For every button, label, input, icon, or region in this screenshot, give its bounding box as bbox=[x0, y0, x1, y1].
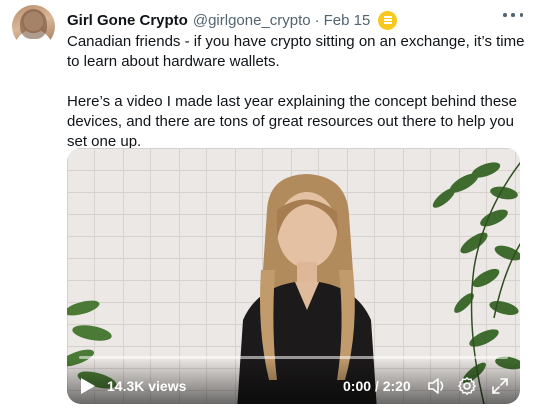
view-count: 14.3K views bbox=[107, 378, 187, 394]
author-handle[interactable]: @girlgone_crypto bbox=[193, 12, 311, 29]
coin-badge-icon[interactable] bbox=[378, 10, 398, 30]
play-icon[interactable] bbox=[80, 377, 96, 395]
video-time: 0:00 / 2:20 bbox=[343, 378, 411, 394]
fullscreen-icon[interactable] bbox=[490, 376, 510, 396]
more-icon[interactable] bbox=[503, 8, 523, 22]
video-controls: 14.3K views 0:00 / 2:20 bbox=[67, 358, 520, 404]
tweet-paragraph: Here’s a video I made last year explaini… bbox=[67, 93, 518, 150]
author-name[interactable]: Girl Gone Crypto bbox=[67, 12, 188, 29]
tweet-header: Girl Gone Crypto @girlgone_crypto · Feb … bbox=[67, 10, 398, 30]
gear-icon[interactable] bbox=[457, 376, 477, 396]
volume-icon[interactable] bbox=[427, 376, 447, 396]
video-player[interactable]: 14.3K views 0:00 / 2:20 bbox=[67, 148, 520, 404]
tweet-date[interactable]: Feb 15 bbox=[324, 12, 371, 29]
tweet[interactable]: Girl Gone Crypto @girlgone_crypto · Feb … bbox=[0, 0, 533, 408]
tweet-text: Canadian friends - if you have crypto si… bbox=[67, 32, 525, 152]
separator-dot: · bbox=[314, 11, 320, 29]
avatar[interactable] bbox=[12, 5, 55, 48]
tweet-paragraph: Canadian friends - if you have crypto si… bbox=[67, 33, 525, 70]
